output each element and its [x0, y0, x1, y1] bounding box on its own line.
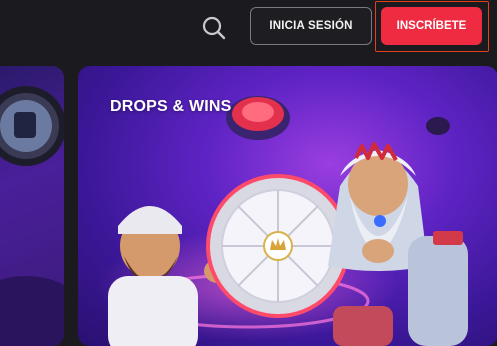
- prize-wheel: [206, 174, 350, 318]
- promo-title: DROPS & WINS: [110, 98, 232, 115]
- floating-chip-top: [226, 96, 290, 140]
- signup-button[interactable]: INSCRÍBETE: [381, 7, 482, 45]
- search-icon[interactable]: [200, 14, 228, 42]
- zeus-character: [328, 142, 468, 346]
- login-button[interactable]: INICIA SESIÓN: [250, 7, 372, 45]
- previous-promo-card[interactable]: [0, 66, 64, 346]
- drops-wins-promo-card[interactable]: DROPS & WINS: [78, 66, 497, 346]
- previous-promo-art: [0, 86, 64, 346]
- top-header: INICIA SESIÓN INSCRÍBETE: [0, 0, 497, 54]
